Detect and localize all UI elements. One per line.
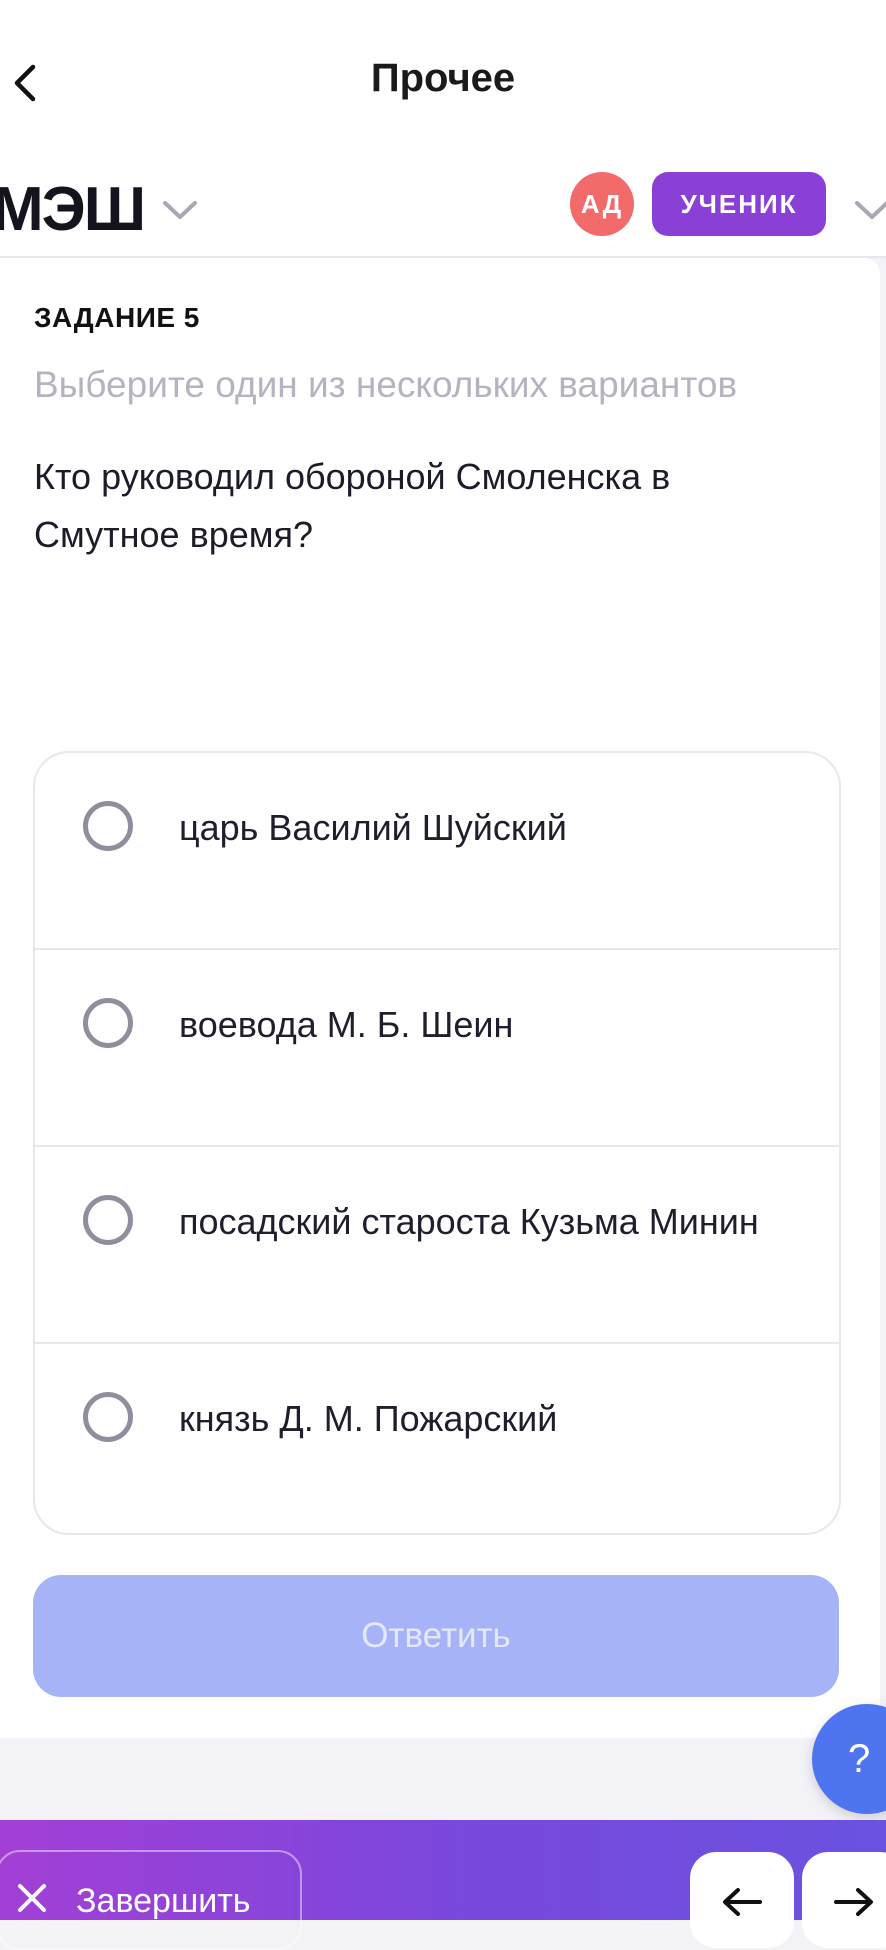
chevron-down-icon	[163, 201, 197, 219]
answer-options: царь Василий Шуйский воевода М. Б. Шеин …	[33, 751, 841, 1535]
submit-answer-button[interactable]: Ответить	[33, 1575, 839, 1697]
answer-option[interactable]: князь Д. М. Пожарский	[35, 1344, 839, 1533]
bottom-action-bar: Завершить	[0, 1820, 886, 1950]
arrow-left-icon	[723, 1888, 762, 1916]
app-menu-toggle[interactable]	[160, 190, 200, 230]
radio-button[interactable]	[83, 998, 133, 1048]
app-header: МЭШ АД УЧЕНИК	[0, 160, 886, 258]
answer-option-label: воевода М. Б. Шеин	[179, 1004, 514, 1045]
finish-button[interactable]: Завершить	[0, 1850, 302, 1950]
next-task-button[interactable]	[802, 1852, 886, 1948]
answer-option[interactable]: царь Василий Шуйский	[35, 753, 839, 950]
previous-task-button[interactable]	[690, 1852, 794, 1948]
answer-option-label: посадский староста Кузьма Минин	[179, 1201, 759, 1242]
top-navigation-bar: Прочее	[0, 0, 886, 160]
arrow-right-icon	[834, 1888, 873, 1916]
radio-button[interactable]	[83, 1195, 133, 1245]
task-card: ЗАДАНИЕ 5 Выберите один из нескольких ва…	[0, 258, 880, 1738]
app-logo: МЭШ	[0, 175, 146, 244]
answer-option-label: князь Д. М. Пожарский	[179, 1398, 558, 1439]
task-number: ЗАДАНИЕ 5	[34, 302, 200, 333]
question-text: Кто руководил обороной Смоленска в Смутн…	[34, 456, 671, 555]
screen-title: Прочее	[370, 56, 516, 100]
answer-option-label: царь Василий Шуйский	[179, 807, 567, 848]
task-instruction: Выберите один из нескольких вариантов	[34, 364, 738, 405]
answer-option[interactable]: посадский староста Кузьма Минин	[35, 1147, 839, 1344]
radio-button[interactable]	[83, 1392, 133, 1442]
user-avatar[interactable]: АД	[570, 172, 634, 236]
close-icon	[18, 1884, 46, 1912]
finish-button-label: Завершить	[76, 1882, 251, 1920]
answer-option[interactable]: воевода М. Б. Шеин	[35, 950, 839, 1147]
chevron-down-icon	[855, 201, 886, 219]
role-menu-toggle[interactable]	[852, 190, 886, 230]
radio-button[interactable]	[83, 801, 133, 851]
role-badge[interactable]: УЧЕНИК	[652, 172, 826, 236]
